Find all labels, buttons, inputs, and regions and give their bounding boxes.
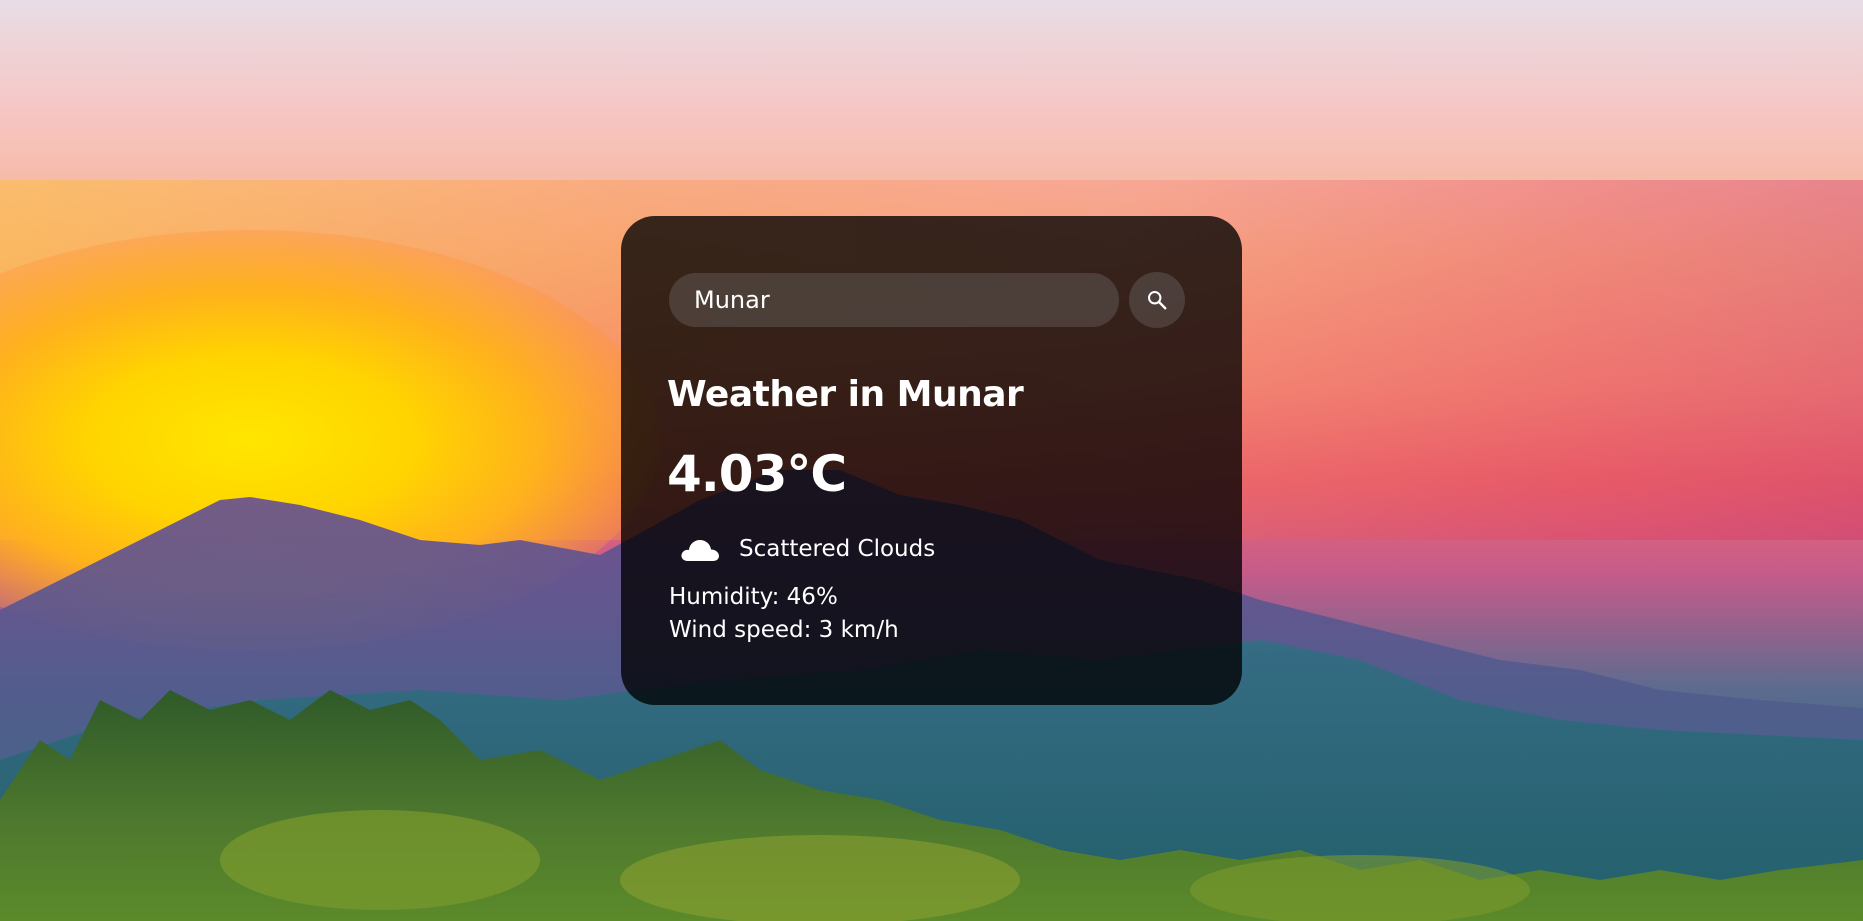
background-scene: Weather in Munar 4.03°C Scattered Clouds… bbox=[0, 0, 1863, 921]
weather-card: Weather in Munar 4.03°C Scattered Clouds… bbox=[621, 216, 1242, 705]
cloud-icon bbox=[669, 525, 731, 573]
temperature-value: 4.03°C bbox=[667, 445, 847, 503]
search-button[interactable] bbox=[1129, 272, 1185, 328]
wind-speed-text: Wind speed: 3 km/h bbox=[669, 617, 899, 643]
search-bar bbox=[669, 272, 1194, 328]
search-input[interactable] bbox=[669, 273, 1119, 327]
city-title: Weather in Munar bbox=[667, 374, 1024, 415]
humidity-text: Humidity: 46% bbox=[669, 584, 838, 610]
search-icon bbox=[1148, 291, 1167, 310]
weather-condition: Scattered Clouds bbox=[669, 525, 1194, 573]
weather-description: Scattered Clouds bbox=[739, 536, 936, 562]
